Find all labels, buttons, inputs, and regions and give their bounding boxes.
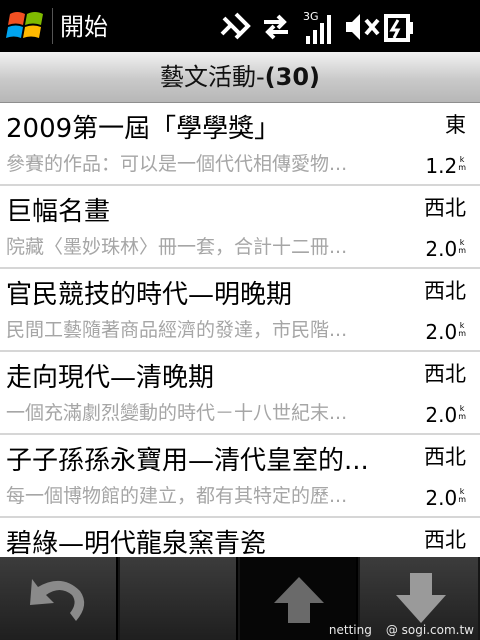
- item-direction: 西北: [424, 196, 466, 220]
- item-direction: 西北: [424, 528, 466, 552]
- start-label[interactable]: 開始: [60, 10, 108, 44]
- list-item[interactable]: 官民競技的時代—明晚期 民間工藝隨著商品經濟的發達，市民階... 西北 2.0 k…: [0, 269, 480, 352]
- item-direction: 東: [445, 113, 466, 137]
- watermark: netting @ sogi.com.tw: [315, 623, 474, 637]
- distance-unit: km: [458, 156, 466, 172]
- watermark-left: netting: [328, 623, 372, 637]
- battery-charging-icon: [384, 14, 413, 42]
- status-bar: 開始 3G: [0, 0, 480, 52]
- list-item[interactable]: 巨幅名畫 院藏〈墨妙珠林〉冊一套，合計十二冊... 西北 2.0 k m: [0, 186, 480, 269]
- item-description: 每一個博物館的建立，都有其特定的歷...: [6, 485, 348, 507]
- item-distance: 2.0 k m: [425, 485, 466, 511]
- item-direction: 西北: [424, 279, 466, 303]
- item-description: 參賽的作品：可以是一個代代相傳愛物...: [6, 153, 348, 175]
- distance-value: 1.2: [425, 154, 458, 178]
- volume-muted-icon: [346, 14, 380, 40]
- signal-strength-icon: 3G: [303, 10, 331, 44]
- distance-unit: km: [458, 405, 466, 421]
- distance-value: 2.0: [425, 320, 458, 344]
- item-title: 子子孫孫永寶用—清代皇室的...: [6, 446, 369, 476]
- item-description: 院藏〈墨妙珠林〉冊一套，合計十二冊...: [6, 236, 348, 258]
- status-icons: 3G: [220, 10, 413, 44]
- watermark-right: @ sogi.com.tw: [385, 623, 474, 637]
- item-description: 一個充滿劇烈變動的時代－十八世紀末...: [6, 402, 348, 424]
- unit-bottom: m: [458, 412, 466, 421]
- item-description: 民間工藝隨著商品經濟的發達，市民階...: [6, 319, 348, 341]
- list-item[interactable]: 碧綠—明代龍泉窯青瓷 西北: [0, 518, 480, 557]
- unit-bottom: m: [458, 329, 466, 338]
- item-count: (30): [264, 63, 320, 91]
- distance-unit: km: [458, 488, 466, 504]
- item-direction: 西北: [424, 445, 466, 469]
- bottom-toolbar: netting @ sogi.com.tw: [0, 557, 480, 640]
- item-distance: 2.0 k m: [425, 236, 466, 262]
- windows-logo[interactable]: [6, 8, 50, 44]
- unit-bottom: m: [458, 246, 466, 255]
- unit-bottom: m: [458, 163, 466, 172]
- item-title: 走向現代—清晚期: [6, 363, 215, 393]
- title-bar: 藝文活動-(30): [0, 52, 480, 103]
- item-title: 官民競技的時代—明晚期: [6, 280, 293, 310]
- status-divider: [52, 8, 53, 44]
- distance-value: 2.0: [425, 403, 458, 427]
- distance-value: 2.0: [425, 486, 458, 510]
- event-list[interactable]: 2009第一屆「學學獎」 參賽的作品：可以是一個代代相傳愛物... 東 1.2 k…: [0, 103, 480, 557]
- list-item[interactable]: 2009第一屆「學學獎」 參賽的作品：可以是一個代代相傳愛物... 東 1.2 k…: [0, 103, 480, 186]
- network-label: 3G: [303, 10, 319, 23]
- item-distance: 2.0 k m: [425, 319, 466, 345]
- item-distance: 2.0 k m: [425, 402, 466, 428]
- item-title: 2009第一屆「學學獎」: [6, 114, 281, 144]
- list-item[interactable]: 子子孫孫永寶用—清代皇室的... 每一個博物館的建立，都有其特定的歷... 西北…: [0, 435, 480, 518]
- back-icon: [30, 579, 85, 621]
- empty-toolbar-button[interactable]: [120, 557, 238, 640]
- page-title: 藝文活動-: [159, 63, 265, 91]
- distance-unit: km: [458, 239, 466, 255]
- item-title: 巨幅名畫: [6, 197, 111, 227]
- item-title: 碧綠—明代龍泉窯青瓷: [6, 529, 267, 557]
- back-button[interactable]: [0, 557, 118, 640]
- distance-value: 2.0: [425, 237, 458, 261]
- distance-unit: km: [458, 322, 466, 338]
- data-transfer-icon: [264, 14, 288, 40]
- item-direction: 西北: [424, 362, 466, 386]
- item-distance: 1.2 k m: [425, 153, 466, 179]
- unit-bottom: m: [458, 495, 466, 504]
- list-item[interactable]: 走向現代—清晚期 一個充滿劇烈變動的時代－十八世紀末... 西北 2.0 k m: [0, 352, 480, 435]
- bluetooth-icon: [220, 12, 251, 40]
